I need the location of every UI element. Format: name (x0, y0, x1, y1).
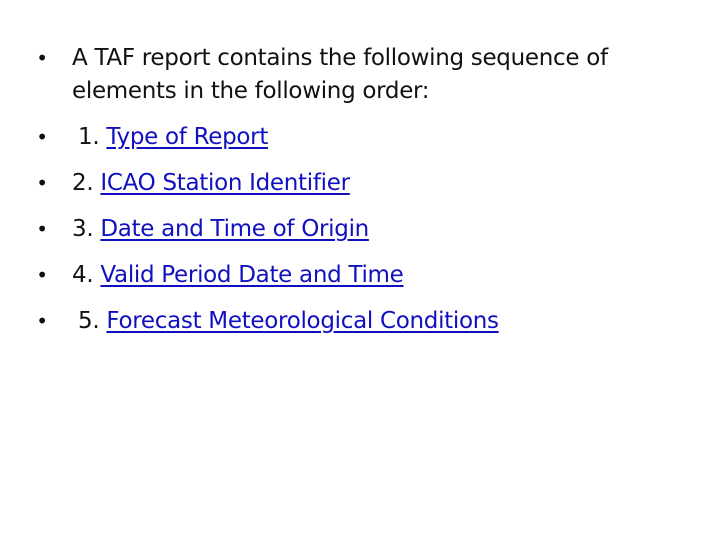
item-number: 2. (72, 170, 94, 196)
bullet-icon: • (36, 263, 48, 287)
intro-bullet: • A TAF report contains the following se… (32, 42, 682, 108)
list-item: • 1. Type of Report (32, 121, 682, 154)
list-item: • 5. Forecast Meteorological Conditions (32, 305, 682, 338)
bullet-list: • A TAF report contains the following se… (32, 42, 682, 351)
link-forecast-meteorological-conditions[interactable]: Forecast Meteorological Conditions (106, 308, 499, 334)
list-item: • 2. ICAO Station Identifier (32, 167, 682, 200)
link-type-of-report[interactable]: Type of Report (106, 124, 268, 150)
bullet-icon: • (36, 217, 48, 241)
link-date-and-time-of-origin[interactable]: Date and Time of Origin (100, 216, 369, 242)
link-valid-period-date-and-time[interactable]: Valid Period Date and Time (100, 262, 403, 288)
slide: • A TAF report contains the following se… (0, 0, 720, 540)
list-item: • 4. Valid Period Date and Time (32, 259, 682, 292)
intro-text: A TAF report contains the following sequ… (72, 45, 608, 104)
item-number: 1. (78, 124, 100, 150)
link-icao-station-identifier[interactable]: ICAO Station Identifier (100, 170, 350, 196)
list-item: • 3. Date and Time of Origin (32, 213, 682, 246)
bullet-icon: • (36, 46, 48, 70)
item-number: 4. (72, 262, 94, 288)
item-number: 5. (78, 308, 100, 334)
bullet-icon: • (36, 125, 48, 149)
item-number: 3. (72, 216, 94, 242)
bullet-icon: • (36, 309, 48, 333)
bullet-icon: • (36, 171, 48, 195)
